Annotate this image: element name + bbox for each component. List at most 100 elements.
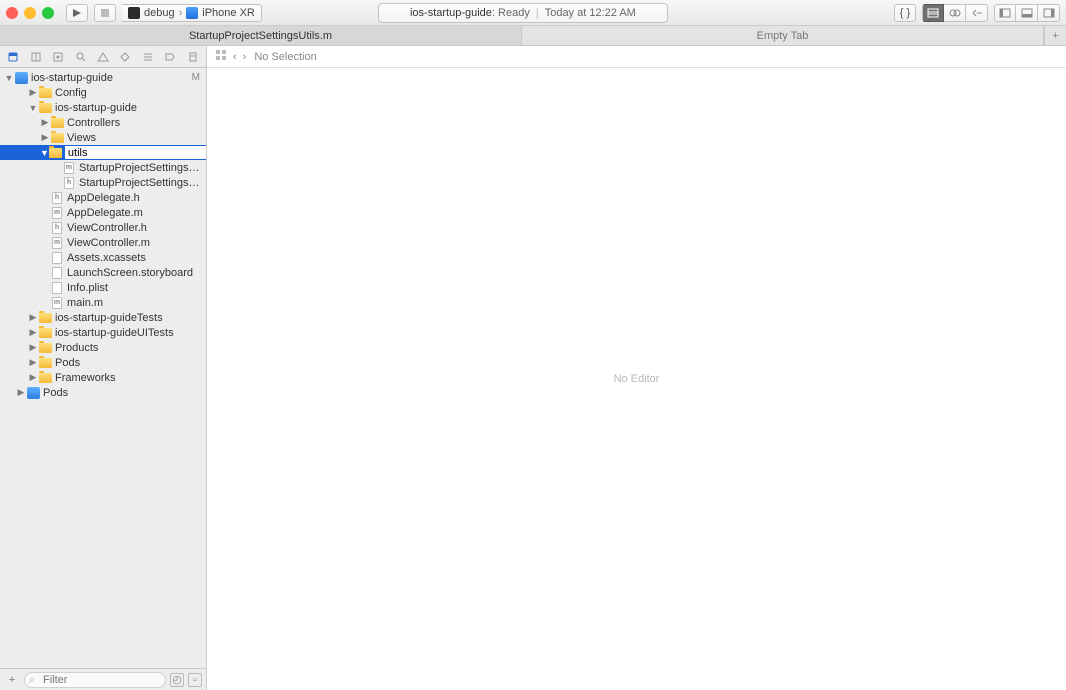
tree-label: StartupProjectSettingsUtils.m [79,162,200,174]
tree-row[interactable]: ▼ios-startup-guideM [0,70,206,85]
filter-icon: ⌕ [29,674,35,687]
tab-label: StartupProjectSettingsUtils.m [189,30,332,42]
symbol-navigator-tab[interactable] [50,49,66,65]
tree-row[interactable]: ▶Views [0,130,206,145]
tree-label: StartupProjectSettingsUtils.h [79,177,200,189]
tree-row[interactable]: ▼ ios-startup-guide [0,100,206,115]
xcodeproj-icon [27,387,40,399]
tree-label: Pods [55,357,200,369]
chevron-right-icon: › [179,7,183,19]
disclosure-icon[interactable]: ▼ [28,103,38,113]
folder-icon [39,88,52,98]
tree-row[interactable]: ▼ [0,145,206,160]
tree-row[interactable]: ▶ios-startup-guideUITests [0,325,206,340]
tree-row[interactable]: hViewController.h [0,220,206,235]
rename-input[interactable] [65,146,206,159]
tree-row[interactable]: ▶Products [0,340,206,355]
tree-row[interactable]: ▶ Controllers [0,115,206,130]
tree-label: AppDelegate.m [67,207,200,219]
device-name: iPhone XR [202,7,255,19]
tree-row[interactable]: hStartupProjectSettingsUtils.h [0,175,206,190]
tree-row[interactable]: mViewController.m [0,235,206,250]
tree-row[interactable]: Assets.xcassets [0,250,206,265]
window-controls [6,7,54,19]
zoom-window-button[interactable] [42,7,54,19]
disclosure-icon[interactable]: ▶ [28,342,38,353]
disclosure-icon[interactable]: ▶ [28,87,38,98]
editor-placeholder: No Editor [207,68,1066,690]
tab-empty[interactable]: Empty Tab [522,26,1044,45]
panel-toggle-group [994,4,1060,22]
project-tree[interactable]: ▼ios-startup-guideM ▶ Config ▼ ios-startup-g… [0,68,206,668]
filter-input[interactable] [24,672,166,688]
back-button[interactable]: ‹ [233,51,237,63]
disclosure-icon[interactable]: ▶ [28,357,38,368]
toggle-debug-area-button[interactable] [1016,4,1038,22]
navigator-footer: + ⌕ ◴ ▫ [0,668,206,690]
debug-navigator-tab[interactable] [140,49,156,65]
tree-row[interactable]: ▶ Pods [0,355,206,370]
disclosure-icon[interactable]: ▶ [16,387,26,398]
disclosure-icon[interactable]: ▼ [4,73,14,83]
run-button[interactable] [66,4,88,22]
new-tab-button[interactable]: + [1044,26,1066,45]
tree-label: Controllers [67,117,200,129]
standard-editor-button[interactable] [922,4,944,22]
scheme-selector[interactable]: debug › iPhone XR [122,4,262,22]
version-editor-button[interactable] [966,4,988,22]
no-editor-label: No Editor [614,373,660,385]
tree-row[interactable]: mmain.m [0,295,206,310]
find-navigator-tab[interactable] [73,49,89,65]
breakpoint-navigator-tab[interactable] [162,49,178,65]
report-navigator-tab[interactable] [185,49,201,65]
disclosure-icon[interactable]: ▼ [40,148,49,158]
tab-active[interactable]: StartupProjectSettingsUtils.m [0,26,522,45]
tree-row[interactable]: Info.plist [0,280,206,295]
tree-row[interactable]: mStartupProjectSettingsUtils.m [0,160,206,175]
tab-bar: StartupProjectSettingsUtils.m Empty Tab … [0,26,1066,46]
tree-row[interactable]: ▶ios-startup-guideTests [0,310,206,325]
tree-label: AppDelegate.h [67,192,200,204]
add-button[interactable]: + [4,674,20,686]
tree-row[interactable]: hAppDelegate.h [0,190,206,205]
folder-icon [51,118,64,128]
disclosure-icon[interactable]: ▶ [28,372,38,383]
test-navigator-tab[interactable] [117,49,133,65]
tree-label: Pods [43,387,200,399]
disclosure-icon[interactable]: ▶ [28,327,38,338]
target-icon [128,7,140,19]
folder-icon [49,148,62,158]
stop-button[interactable] [94,4,116,22]
tree-label: ViewController.h [67,222,200,234]
project-navigator-tab[interactable] [5,49,21,65]
forward-button[interactable]: › [243,51,247,63]
tree-row[interactable]: mAppDelegate.m [0,205,206,220]
tree-row[interactable]: LaunchScreen.storyboard [0,265,206,280]
related-items-icon[interactable] [215,49,227,64]
tab-label: Empty Tab [757,30,809,42]
source-control-navigator-tab[interactable] [28,49,44,65]
disclosure-icon[interactable]: ▶ [40,117,50,128]
scheme-name: debug [144,7,175,19]
tree-row[interactable]: ▶ Config [0,85,206,100]
disclosure-icon[interactable]: ▶ [28,312,38,323]
activity-status: ios-startup-guide: Ready | Today at 12:2… [378,3,668,23]
tree-row[interactable]: ▶ Pods [0,385,206,400]
toggle-navigator-button[interactable] [994,4,1016,22]
tree-row[interactable]: ▶Frameworks [0,370,206,385]
close-window-button[interactable] [6,7,18,19]
minimize-window-button[interactable] [24,7,36,19]
disclosure-icon[interactable]: ▶ [40,132,50,143]
scm-filter-button[interactable]: ▫ [188,673,202,687]
code-snippets-button[interactable]: { } [894,4,916,22]
assistant-editor-button[interactable] [944,4,966,22]
tree-label: Assets.xcassets [67,252,200,264]
tree-label: ios-startup-guide [55,102,200,114]
toggle-inspector-button[interactable] [1038,4,1060,22]
recent-filter-button[interactable]: ◴ [170,673,184,687]
file-icon [52,252,62,264]
issue-navigator-tab[interactable] [95,49,111,65]
tree-label: LaunchScreen.storyboard [67,267,200,279]
tree-label: Config [55,87,200,99]
tree-label: Info.plist [67,282,200,294]
